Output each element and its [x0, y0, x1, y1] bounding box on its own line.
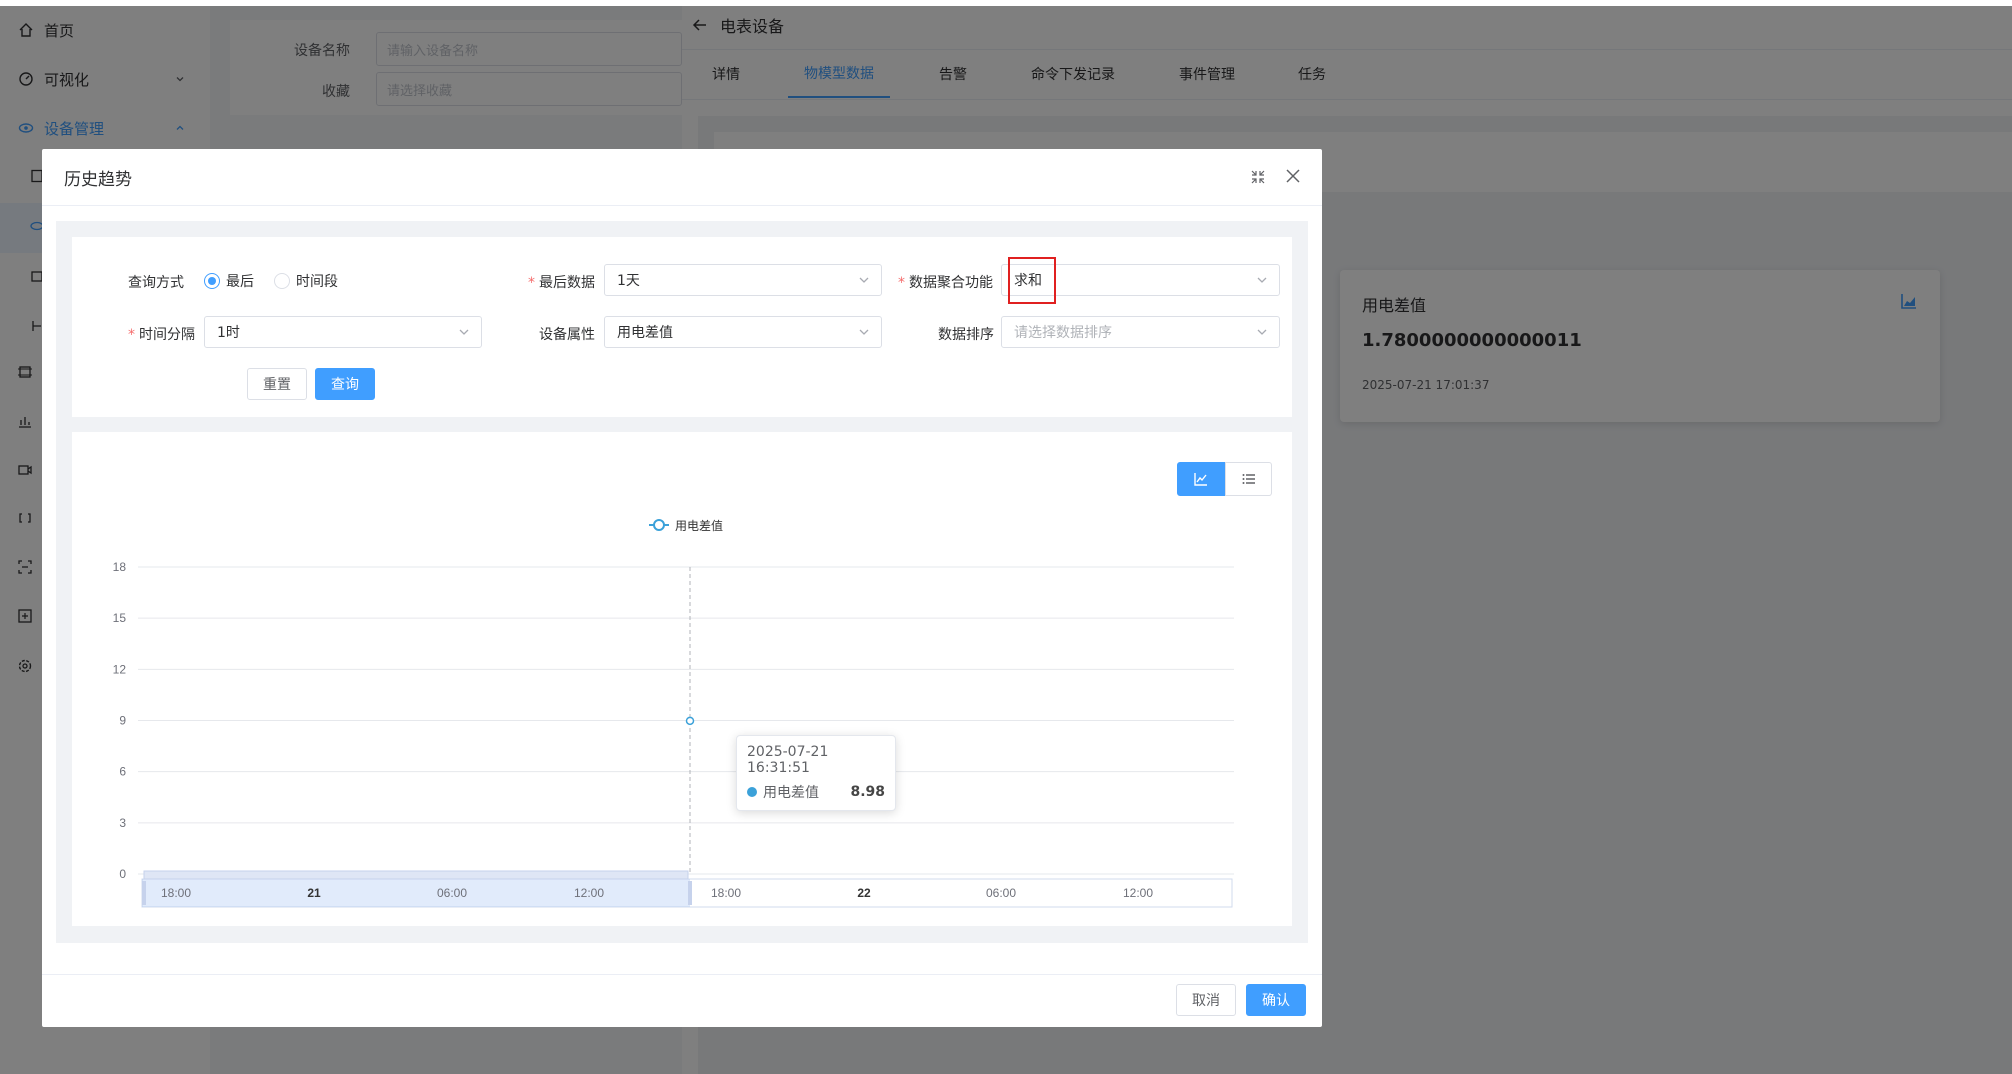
y-tick-label: 18 [113, 560, 127, 574]
chevron-down-icon [1257, 277, 1267, 283]
slider-time-label: 18:00 [711, 886, 741, 900]
slider-time-label: 21 [307, 886, 321, 900]
slider-time-label: 22 [857, 886, 871, 900]
zoom-handle-left [142, 881, 146, 905]
radio-last[interactable]: 最后 [204, 271, 254, 291]
last-data-select[interactable]: 1天 [604, 264, 882, 296]
property-label: 设备属性 [539, 327, 595, 343]
tooltip-value: 8.98 [850, 784, 885, 800]
chart-panel: 用电差值 0 3 6 9 12 15 18 18:00 21 06:00 12:00 18:00 22 06… [72, 432, 1292, 926]
chevron-down-icon [459, 329, 469, 335]
zoom-slider-selection [142, 879, 690, 907]
last-data-label: * 最后数据 [528, 275, 595, 291]
sort-select[interactable]: 请选择数据排序 [1001, 316, 1280, 348]
query-mode-label: 查询方式 [128, 275, 184, 291]
slider-time-label: 06:00 [437, 886, 467, 900]
interval-label: * 时间分隔 [128, 327, 195, 343]
legend-label: 用电差值 [675, 518, 723, 533]
radio-dot [274, 273, 290, 289]
property-value: 用电差值 [617, 325, 673, 341]
chart-tooltip: 2025-07-21 16:31:51 用电差值 8.98 [736, 735, 896, 811]
sort-label: 数据排序 [938, 327, 994, 343]
last-data-value: 1天 [617, 273, 640, 289]
tooltip-time: 2025-07-21 16:31:51 [747, 744, 829, 776]
sort-placeholder: 请选择数据排序 [1014, 325, 1112, 341]
history-line-chart[interactable]: 用电差值 0 3 6 9 12 15 18 18:00 21 06:00 12:00 18:00 22 06… [72, 432, 1292, 926]
radio-dot-checked [204, 273, 220, 289]
query-button[interactable]: 查询 [315, 368, 375, 400]
y-tick-label: 3 [119, 816, 126, 830]
radio-range-label: 时间段 [296, 274, 338, 290]
cancel-button[interactable]: 取消 [1176, 984, 1236, 1016]
close-icon[interactable] [1284, 167, 1302, 185]
aggregate-label: * 数据聚合功能 [898, 275, 993, 291]
legend-marker [653, 519, 665, 531]
dialog-header: 历史趋势 [42, 149, 1322, 206]
interval-select[interactable]: 1时 [204, 316, 482, 348]
tooltip-series: 用电差值 [763, 785, 819, 801]
history-trend-dialog: 历史趋势 查询方式 最后 时间段 * 最后数据 1天 * 数据聚合功能 求和 *… [42, 149, 1322, 1027]
zoom-handle-right [688, 881, 692, 905]
y-tick-label: 12 [113, 662, 127, 676]
y-tick-label: 0 [119, 867, 126, 881]
slider-time-label: 18:00 [161, 886, 191, 900]
reset-button[interactable]: 重置 [247, 368, 307, 400]
dialog-footer: 取消 确认 [42, 974, 1322, 1027]
radio-time-range[interactable]: 时间段 [274, 271, 338, 291]
highlight-box [1008, 257, 1056, 304]
slider-time-label: 06:00 [986, 886, 1016, 900]
interval-value: 1时 [217, 325, 240, 341]
top-strip [0, 0, 2012, 6]
y-tick-label: 15 [113, 611, 127, 625]
slider-time-label: 12:00 [1123, 886, 1153, 900]
chevron-down-icon [859, 277, 869, 283]
query-form: 查询方式 最后 时间段 *最后数据 1天 *数据聚合功能 求和 *时间分隔 [72, 237, 1292, 417]
radio-last-label: 最后 [226, 274, 254, 290]
property-select[interactable]: 用电差值 [604, 316, 882, 348]
dialog-title: 历史趋势 [64, 169, 132, 190]
slider-time-label: 12:00 [574, 886, 604, 900]
dialog-body: 查询方式 最后 时间段 *最后数据 1天 *数据聚合功能 求和 *时间分隔 [56, 221, 1308, 943]
tooltip-marker [747, 787, 757, 797]
y-tick-label: 6 [119, 765, 126, 779]
chevron-down-icon [1257, 329, 1267, 335]
data-point [685, 716, 695, 726]
zoom-slider-handle-bar [143, 870, 689, 880]
fullscreen-icon[interactable] [1250, 169, 1266, 185]
y-tick-label: 9 [119, 714, 126, 728]
confirm-button[interactable]: 确认 [1246, 984, 1306, 1016]
chevron-down-icon [859, 329, 869, 335]
